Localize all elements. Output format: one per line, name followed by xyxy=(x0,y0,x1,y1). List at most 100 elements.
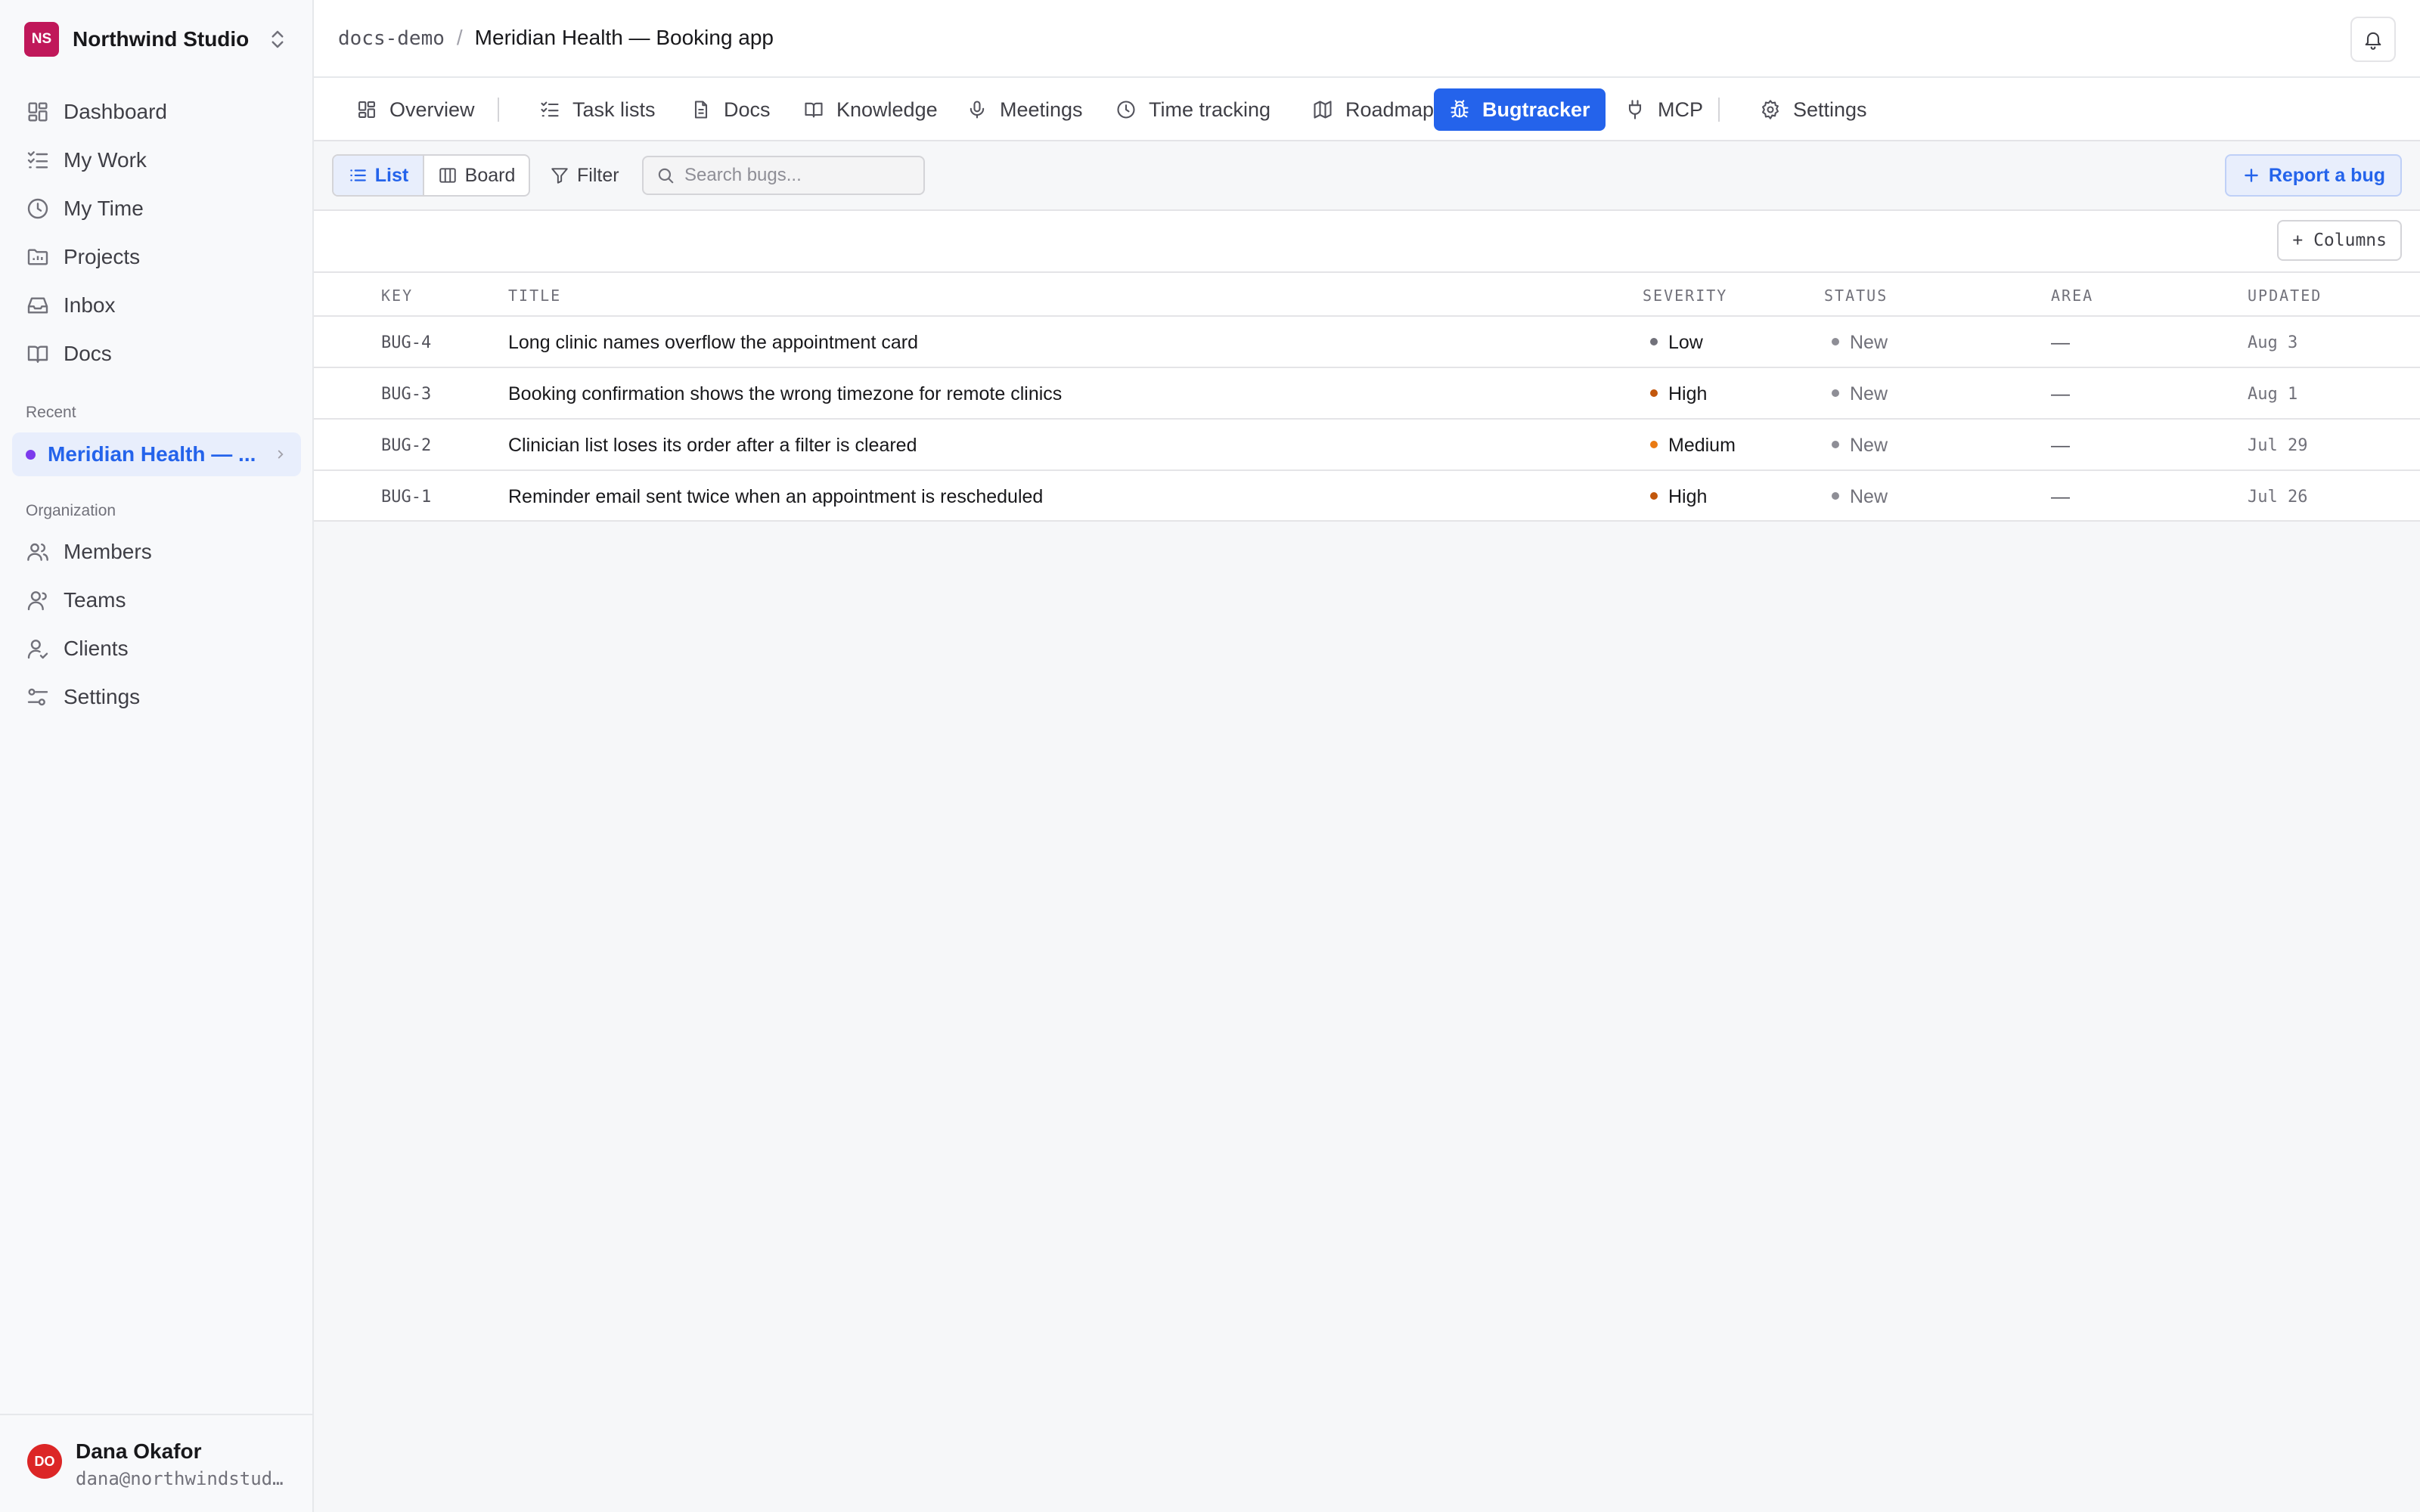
tab-label: Meetings xyxy=(1000,98,1083,121)
view-board-label: Board xyxy=(464,164,516,186)
sidebar-item-label: Members xyxy=(64,540,152,563)
breadcrumb-separator: / xyxy=(456,26,463,49)
main-nav: Dashboard My Work My Time Projects Inbox… xyxy=(12,91,301,381)
status-dot xyxy=(1832,338,1839,346)
status-badge[interactable]: New xyxy=(1832,332,1888,354)
table-row[interactable]: BUG-2 Clinician list loses its order aft… xyxy=(314,420,2420,471)
status-label: New xyxy=(1850,486,1888,507)
map-icon xyxy=(1312,99,1333,120)
severity-badge[interactable]: High xyxy=(1650,486,1707,508)
sidebar-item-my-work[interactable]: My Work xyxy=(12,139,301,181)
tab-bugtracker[interactable]: Bugtracker xyxy=(1434,88,1606,131)
view-toggle: List Board xyxy=(332,154,530,197)
bug-key[interactable]: BUG-3 xyxy=(381,385,431,404)
table-row[interactable]: BUG-1 Reminder email sent twice when an … xyxy=(314,471,2420,522)
severity-label: High xyxy=(1668,383,1708,404)
bug-title[interactable]: Booking confirmation shows the wrong tim… xyxy=(508,383,1062,405)
column-header-key[interactable]: KEY xyxy=(381,287,413,305)
checklist-icon xyxy=(539,99,560,120)
sidebar-item-projects[interactable]: Projects xyxy=(12,236,301,278)
tab-task-lists[interactable]: Task lists xyxy=(524,88,671,131)
table-row[interactable]: BUG-3 Booking confirmation shows the wro… xyxy=(314,368,2420,420)
bug-title[interactable]: Clinician list loses its order after a f… xyxy=(508,435,917,457)
severity-badge[interactable]: Low xyxy=(1650,332,1703,354)
tab-knowledge[interactable]: Knowledge xyxy=(788,88,953,131)
sidebar-item-clients[interactable]: Clients xyxy=(12,627,301,670)
search-box xyxy=(642,156,925,195)
plus-icon xyxy=(2242,166,2261,185)
tab-roadmap[interactable]: Roadmap xyxy=(1297,88,1449,131)
tab-overview[interactable]: Overview xyxy=(341,88,490,131)
severity-dot xyxy=(1650,492,1658,500)
gear-icon xyxy=(1760,99,1781,120)
sidebar-item-label: Dashboard xyxy=(64,100,167,123)
dashboard-icon xyxy=(26,100,50,124)
columns-icon xyxy=(438,166,458,185)
column-header-area[interactable]: AREA xyxy=(2051,287,2093,305)
column-header-updated[interactable]: UPDATED xyxy=(2248,287,2322,305)
sidebar-item-inbox[interactable]: Inbox xyxy=(12,284,301,327)
search-icon xyxy=(656,166,675,185)
bug-area: — xyxy=(2051,486,2070,507)
view-board-button[interactable]: Board xyxy=(424,156,529,195)
status-label: New xyxy=(1850,383,1888,404)
report-bug-button[interactable]: Report a bug xyxy=(2224,154,2402,197)
column-header-status[interactable]: STATUS xyxy=(1824,287,1888,305)
status-badge[interactable]: New xyxy=(1832,435,1888,457)
bug-title[interactable]: Reminder email sent twice when an appoin… xyxy=(508,486,1043,508)
bug-title[interactable]: Long clinic names overflow the appointme… xyxy=(508,332,918,354)
tab-mcp[interactable]: MCP xyxy=(1609,88,1718,131)
sidebar-item-label: My Time xyxy=(64,197,144,220)
sidebar-item-dashboard[interactable]: Dashboard xyxy=(12,91,301,133)
bug-key[interactable]: BUG-1 xyxy=(381,488,431,507)
user-profile[interactable]: DO Dana Okafor dana@northwindstud… xyxy=(0,1414,312,1512)
section-label-organization: Organization xyxy=(26,502,116,519)
recent-project-item[interactable]: Meridian Health — ... xyxy=(12,432,301,476)
sidebar-item-docs[interactable]: Docs xyxy=(12,333,301,375)
severity-badge[interactable]: High xyxy=(1650,383,1707,405)
notifications-button[interactable] xyxy=(2350,17,2396,62)
bug-updated: Jul 26 xyxy=(2248,488,2308,507)
status-badge[interactable]: New xyxy=(1832,383,1888,405)
sidebar-item-label: Projects xyxy=(64,245,141,268)
chevron-right-icon xyxy=(274,448,287,461)
tab-label: Task lists xyxy=(572,98,656,121)
column-header-title[interactable]: TITLE xyxy=(508,287,561,305)
book-icon xyxy=(803,99,824,120)
bug-key[interactable]: BUG-4 xyxy=(381,333,431,352)
breadcrumb-org[interactable]: docs-demo xyxy=(338,27,445,50)
table-row[interactable]: BUG-4 Long clinic names overflow the app… xyxy=(314,317,2420,368)
severity-dot xyxy=(1650,389,1658,398)
tab-settings[interactable]: Settings xyxy=(1745,88,1882,131)
tab-label: MCP xyxy=(1658,98,1703,121)
tab-label: Bugtracker xyxy=(1482,98,1590,121)
sidebar-item-teams[interactable]: Teams xyxy=(12,579,301,621)
search-input[interactable] xyxy=(684,165,911,186)
severity-label: High xyxy=(1668,486,1708,507)
view-list-button[interactable]: List xyxy=(334,156,424,195)
status-label: New xyxy=(1850,435,1888,456)
settings-sliders-icon xyxy=(26,685,50,709)
status-badge[interactable]: New xyxy=(1832,486,1888,508)
filter-button[interactable]: Filter xyxy=(550,154,619,197)
workspace-name: Northwind Studio xyxy=(73,27,250,51)
columns-button[interactable]: + Columns xyxy=(2277,220,2402,261)
severity-badge[interactable]: Medium xyxy=(1650,435,1736,457)
sidebar-item-label: Settings xyxy=(64,685,141,708)
clock-icon xyxy=(26,197,50,221)
tab-time-tracking[interactable]: Time tracking xyxy=(1100,88,1286,131)
sidebar-item-my-time[interactable]: My Time xyxy=(12,187,301,230)
sidebar-item-settings[interactable]: Settings xyxy=(12,676,301,718)
tab-meetings[interactable]: Meetings xyxy=(951,88,1098,131)
sidebar-item-members[interactable]: Members xyxy=(12,531,301,573)
members-icon xyxy=(26,540,50,564)
workspace-switcher[interactable]: NS Northwind Studio xyxy=(24,22,289,57)
sidebar-item-label: Teams xyxy=(64,588,126,612)
bug-key[interactable]: BUG-2 xyxy=(381,436,431,455)
folder-icon xyxy=(26,245,50,269)
status-label: New xyxy=(1850,332,1888,353)
tab-docs[interactable]: Docs xyxy=(675,88,786,131)
recent-project-label: Meridian Health — ... xyxy=(48,442,256,466)
column-header-severity[interactable]: SEVERITY xyxy=(1643,287,1727,305)
bug-updated: Jul 29 xyxy=(2248,436,2308,455)
